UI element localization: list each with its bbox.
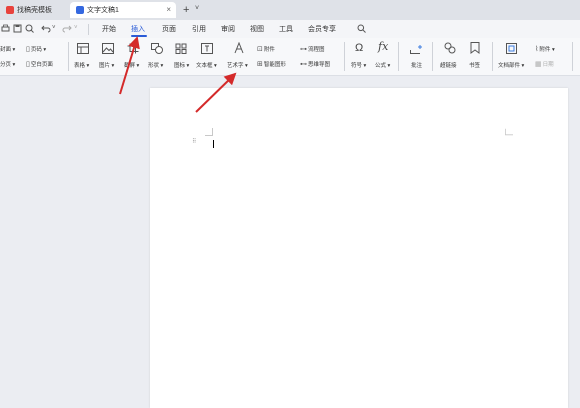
arrow-to-wordart (195, 72, 237, 113)
annotation-arrows (119, 36, 237, 113)
arrow-to-insert-tab (119, 36, 140, 95)
